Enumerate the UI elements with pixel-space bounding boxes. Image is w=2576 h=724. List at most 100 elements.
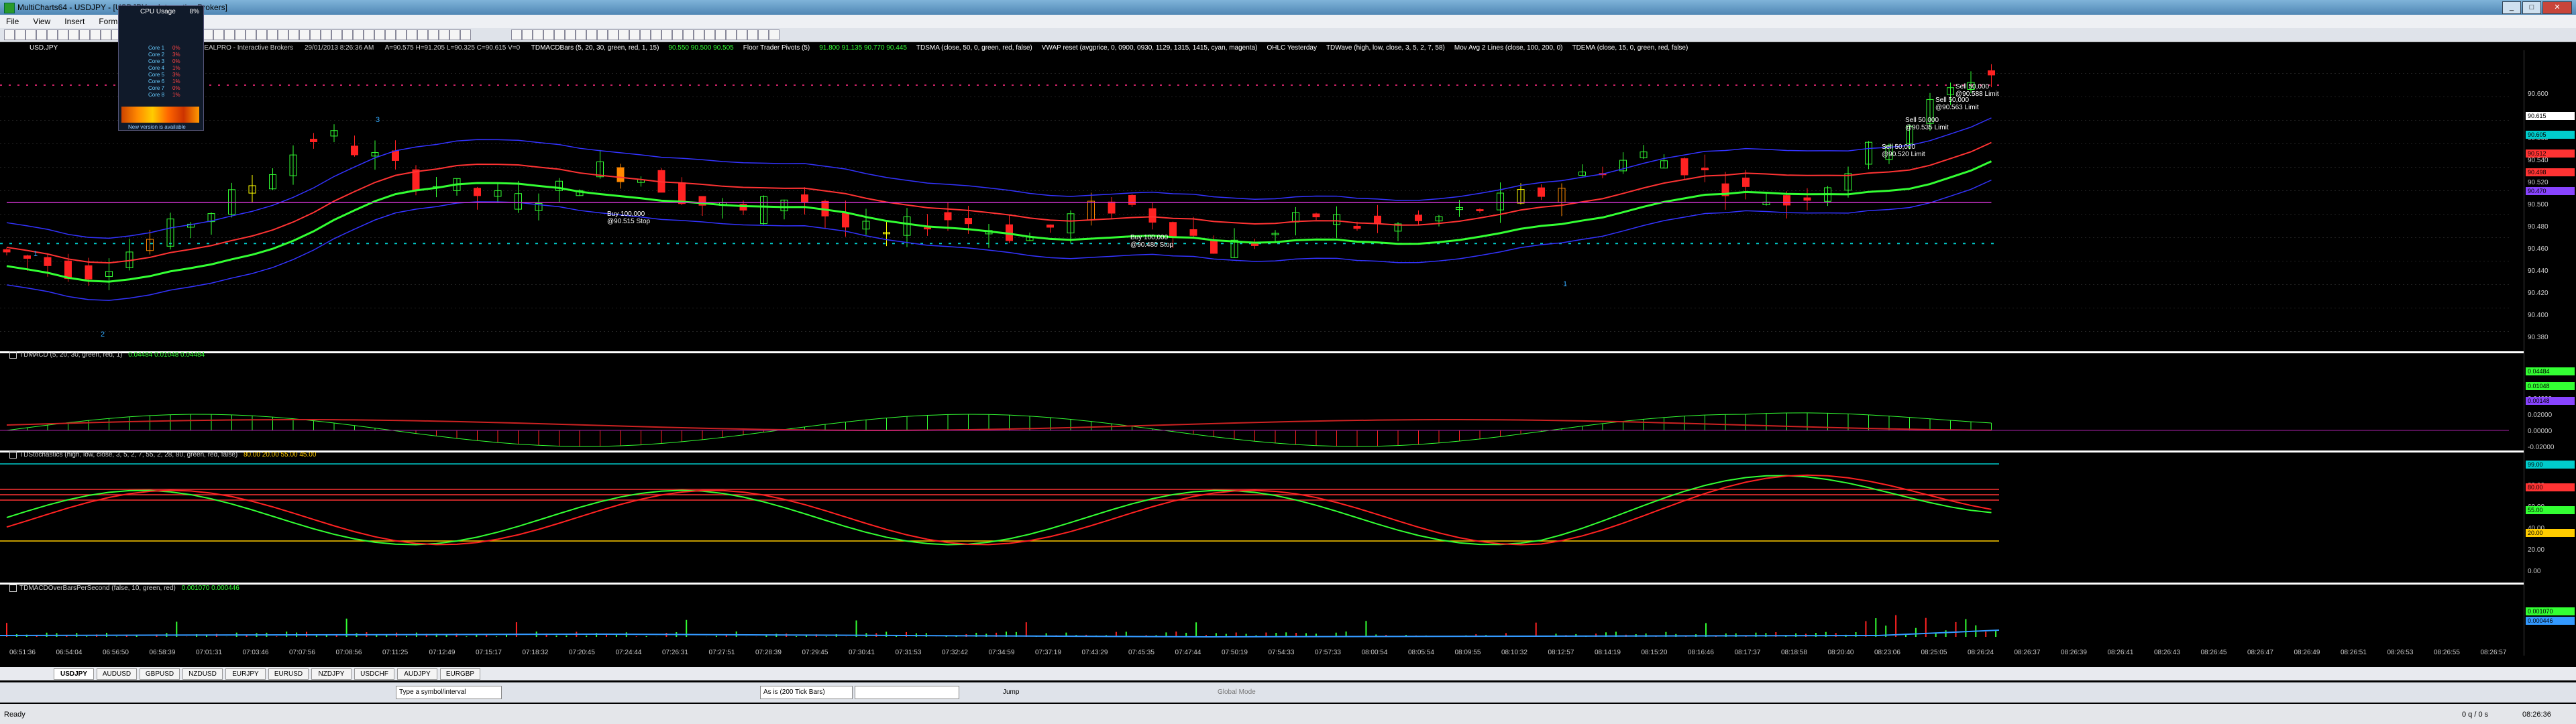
study-label[interactable]: TDEMA (close, 15, 0, green, red, false) [1572,44,1688,52]
toolbar-button[interactable] [704,29,715,40]
symbol-tab[interactable]: EURGBP [440,668,480,680]
toolbar-button[interactable] [661,29,672,40]
symbol-input[interactable]: Type a symbol/interval [396,686,502,699]
toolbar-button[interactable] [353,29,364,40]
toolbar-button[interactable] [554,29,565,40]
symbol-tab[interactable]: GBPUSD [140,668,180,680]
price-tick-label: 90.540 [2528,157,2548,164]
toolbar-button[interactable] [342,29,353,40]
symbol-tab[interactable]: AUDUSD [97,668,137,680]
toolbar-button[interactable] [747,29,758,40]
toolbar-button[interactable] [374,29,385,40]
toolbar-button[interactable] [586,29,597,40]
toolbar-button[interactable] [449,29,460,40]
cpu-core-row: Core 7 0% [148,85,180,91]
maximize-button[interactable]: □ [2522,1,2541,14]
toolbar-button[interactable] [58,29,68,40]
study-label[interactable]: VWAP reset (avgprice, 0, 0900, 0930, 112… [1042,44,1258,52]
toolbar-button[interactable] [4,29,15,40]
toolbar-button[interactable] [385,29,396,40]
toolbar-button[interactable] [235,29,246,40]
toolbar-button[interactable] [640,29,651,40]
close-panel-icon[interactable] [9,351,17,359]
close-button[interactable]: ✕ [2542,1,2572,14]
toolbar-button[interactable] [619,29,629,40]
symbol-tab[interactable]: NZDJPY [311,668,352,680]
toolbar-button[interactable] [68,29,79,40]
study-label[interactable]: 91.800 91.135 90.770 90.445 [819,44,907,52]
toolbar-button[interactable] [758,29,769,40]
study-label[interactable]: TDMACDBars (5, 20, 30, green, red, 1, 15… [531,44,659,52]
toolbar-button[interactable] [543,29,554,40]
toolbar-button[interactable] [565,29,576,40]
toolbar-button[interactable] [428,29,439,40]
toolbar-button[interactable] [213,29,224,40]
toolbar-button[interactable] [396,29,407,40]
toolbar-button[interactable] [310,29,321,40]
toolbar-button[interactable] [256,29,267,40]
menu-view[interactable]: View [27,15,56,26]
symbol-tab[interactable]: AUDJPY [397,668,437,680]
global-mode-toggle[interactable]: Global Mode [1218,688,1256,696]
study-label[interactable]: Mov Avg 2 Lines (close, 100, 200, 0) [1454,44,1563,52]
close-panel-icon[interactable] [9,451,17,459]
toolbar-button[interactable] [36,29,47,40]
resolution-select[interactable]: As is (200 Tick Bars) [760,686,853,699]
toolbar-button[interactable] [769,29,780,40]
toolbar-button[interactable] [417,29,428,40]
toolbar-button[interactable] [439,29,449,40]
toolbar-button[interactable] [15,29,25,40]
toolbar-button[interactable] [364,29,374,40]
toolbar-button[interactable] [608,29,619,40]
toolbar-button[interactable] [726,29,737,40]
symbol-tab[interactable]: USDCHF [354,668,394,680]
close-panel-icon[interactable] [9,585,17,592]
toolbar-button[interactable] [203,29,213,40]
study-label[interactable]: Floor Trader Pivots (5) [743,44,810,52]
toolbar-button[interactable] [576,29,586,40]
toolbar-button[interactable] [246,29,256,40]
toolbar-button[interactable] [90,29,101,40]
menu-insert[interactable]: Insert [58,15,91,26]
toolbar-button[interactable] [683,29,694,40]
toolbar-button[interactable] [597,29,608,40]
toolbar-button[interactable] [511,29,522,40]
menu-file[interactable]: File [0,15,25,26]
minimize-button[interactable]: _ [2502,1,2521,14]
toolbar-button[interactable] [331,29,342,40]
price-axis[interactable]: 90.60090.58090.56090.54090.52090.50090.4… [2524,50,2576,656]
date-field[interactable] [855,686,959,699]
toolbar-button[interactable] [288,29,299,40]
study-label[interactable]: TDSMA (close, 50, 0, green, red, false) [916,44,1032,52]
study-label[interactable]: OHLC Yesterday [1267,44,1317,52]
symbol-tab[interactable]: EURJPY [225,668,266,680]
study-label[interactable]: TDWave (high, low, close, 3, 5, 2, 7, 58… [1326,44,1445,52]
toolbar-button[interactable] [533,29,543,40]
toolbar-button[interactable] [224,29,235,40]
symbol-tab[interactable]: EURUSD [268,668,309,680]
toolbar-button[interactable] [715,29,726,40]
toolbar-button[interactable] [278,29,288,40]
toolbar-button[interactable] [672,29,683,40]
toolbar-button[interactable] [25,29,36,40]
toolbar-button[interactable] [522,29,533,40]
chart-canvas[interactable]: 1231Sell 50,000@90.588 LimitSell 50,000@… [0,55,2524,652]
toolbar-button[interactable] [321,29,331,40]
cpu-footer[interactable]: New version is available [128,124,186,130]
toolbar-button[interactable] [299,29,310,40]
toolbar-button[interactable] [79,29,90,40]
study-label[interactable]: 90.550 90.500 90.505 [668,44,733,52]
toolbar-button[interactable] [407,29,417,40]
toolbar-button[interactable] [460,29,471,40]
toolbar-button[interactable] [694,29,704,40]
toolbar-button[interactable] [47,29,58,40]
toolbar-button[interactable] [737,29,747,40]
symbol-tab[interactable]: USDJPY [54,668,94,680]
toolbar-button[interactable] [651,29,661,40]
toolbar-button[interactable] [267,29,278,40]
symbol-tab[interactable]: NZDUSD [182,668,223,680]
toolbar-button[interactable] [101,29,111,40]
jump-button[interactable]: Jump [1003,688,1019,696]
candle-body [801,194,808,202]
toolbar-button[interactable] [629,29,640,40]
